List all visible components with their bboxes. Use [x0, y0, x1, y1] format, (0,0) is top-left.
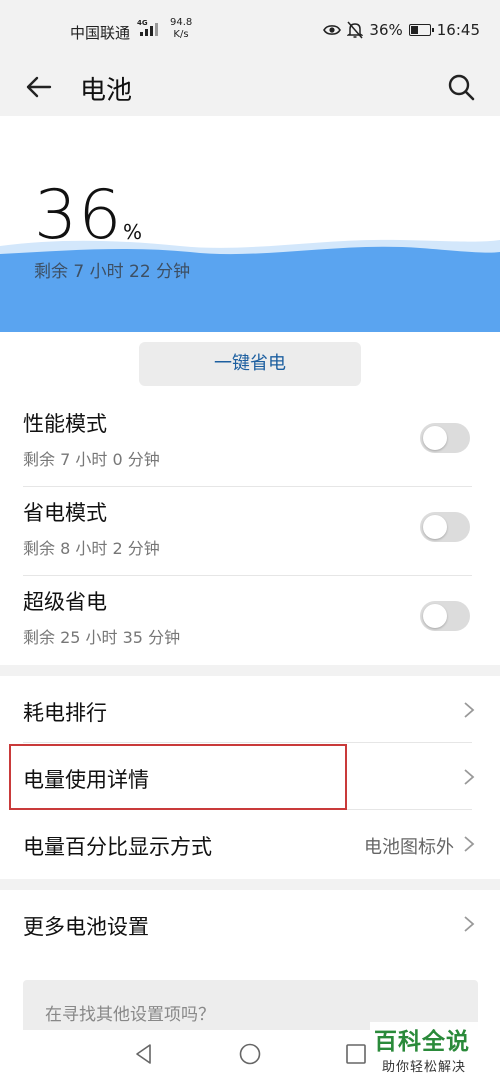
chevron-right-icon — [464, 769, 475, 785]
battery-percent-value: 36 — [34, 176, 123, 255]
battery-percent: 36% — [369, 21, 403, 39]
search-icon[interactable] — [444, 70, 478, 104]
mode-subtitle: 剩余 25 小时 35 分钟 — [23, 628, 181, 647]
mode-title: 超级省电 — [23, 590, 107, 614]
list-item-consumption-ranking[interactable]: 耗电排行 — [0, 676, 500, 743]
signal-icon — [140, 23, 158, 36]
highlight-box — [9, 744, 347, 810]
battery-details-card: 耗电排行 电量使用详情 电量百分比显示方式 电池图标外 — [0, 676, 500, 879]
eye-icon — [323, 25, 342, 35]
ultra-power-save-toggle[interactable] — [420, 601, 470, 631]
battery-level-panel: 36 % 剩余 7 小时 22 分钟 — [0, 116, 500, 332]
watermark-subtitle: 助你轻松解决 — [382, 1060, 467, 1075]
arrow-left-icon[interactable] — [22, 70, 56, 104]
home-circle-icon[interactable] — [238, 1042, 262, 1066]
list-item-label: 耗电排行 — [23, 701, 107, 725]
list-item-percentage-display[interactable]: 电量百分比显示方式 电池图标外 — [0, 810, 500, 877]
list-item-label: 电量百分比显示方式 — [23, 835, 212, 859]
power-save-mode-toggle[interactable] — [420, 512, 470, 542]
mode-subtitle: 剩余 8 小时 2 分钟 — [23, 539, 160, 558]
status-bar: 中国联通 4G 94.8 K/s 36% 16:45 — [0, 0, 500, 62]
mode-title: 性能模式 — [23, 412, 107, 436]
search-placeholder: 在寻找其他设置项吗？ — [45, 1005, 215, 1025]
mode-row-power-save[interactable]: 省电模式 剩余 8 小时 2 分钟 — [0, 487, 500, 576]
remaining-time: 剩余 7 小时 22 分钟 — [34, 262, 191, 282]
chevron-right-icon — [464, 916, 475, 932]
battery-icon — [408, 24, 434, 36]
clock: 16:45 — [436, 21, 480, 39]
app-bar: 电池 — [0, 62, 500, 114]
one-tap-power-save-button[interactable]: 一键省电 — [139, 342, 361, 386]
list-item-more-battery-settings[interactable]: 更多电池设置 — [0, 890, 500, 957]
list-item-value: 电池图标外 — [364, 837, 454, 858]
mode-row-ultra-save[interactable]: 超级省电 剩余 25 小时 35 分钟 — [0, 576, 500, 665]
mute-bell-icon — [347, 21, 364, 39]
carrier-label: 中国联通 — [70, 24, 131, 42]
power-modes-card: 一键省电 性能模式 剩余 7 小时 0 分钟 省电模式 剩余 8 小时 2 分钟… — [0, 332, 500, 665]
speed-unit: K/s — [173, 29, 189, 40]
network-speed: 94.8 K/s — [170, 17, 192, 41]
chevron-right-icon — [464, 836, 475, 852]
watermark-logo: 百科全说 助你轻松解决 — [370, 1022, 494, 1078]
speed-value: 94.8 — [170, 17, 193, 28]
mode-subtitle: 剩余 7 小时 0 分钟 — [23, 450, 160, 469]
mode-title: 省电模式 — [23, 501, 107, 525]
chevron-right-icon — [464, 702, 475, 718]
performance-mode-toggle[interactable] — [420, 423, 470, 453]
status-right: 36% 16:45 — [323, 18, 480, 42]
back-triangle-icon[interactable] — [132, 1042, 156, 1066]
page-title: 电池 — [80, 76, 133, 106]
list-item-label: 更多电池设置 — [23, 915, 149, 939]
watermark-title: 百科全说 — [374, 1029, 470, 1055]
battery-percent-sign: % — [123, 220, 143, 244]
mode-row-performance[interactable]: 性能模式 剩余 7 小时 0 分钟 — [0, 398, 500, 487]
recents-square-icon[interactable] — [344, 1042, 368, 1066]
